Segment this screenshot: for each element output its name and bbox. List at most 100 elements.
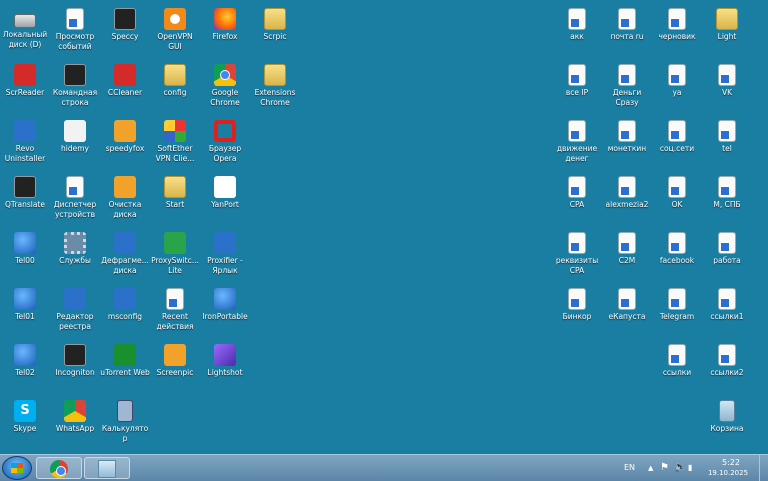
desktop-icon[interactable]: Screenpic: [150, 340, 200, 378]
taskbar-chrome-button[interactable]: [36, 457, 82, 479]
taskbar-explorer-button[interactable]: [84, 457, 130, 479]
desktop-icon[interactable]: Light: [702, 4, 752, 42]
desktop-icon[interactable]: Дефрагме... диска: [100, 228, 150, 276]
desktop-icon[interactable]: Бинкор: [552, 284, 602, 322]
desktop-icon[interactable]: config: [150, 60, 200, 98]
desktop-icon[interactable]: работа: [702, 228, 752, 266]
desktop-icon-label: OK: [671, 200, 683, 209]
desktop-icon-label: Tel01: [15, 312, 35, 321]
desktop-icon[interactable]: Proxifier - Ярлык: [200, 228, 250, 276]
desktop-icon[interactable]: Калькулятор: [100, 396, 150, 444]
desktop-icon[interactable]: Очистка диска: [100, 172, 150, 220]
start-button[interactable]: [2, 456, 32, 480]
language-indicator[interactable]: EN: [624, 463, 635, 472]
desktop-icon-label: Recent действия: [156, 312, 194, 331]
folder-icon: [264, 64, 286, 86]
desktop-icon[interactable]: Командная строка: [50, 60, 100, 108]
desktop-icon[interactable]: uTorrent Web: [100, 340, 150, 378]
desktop-icon[interactable]: Просмотр событий: [50, 4, 100, 52]
desktop-icon[interactable]: SoftEther VPN Clie...: [150, 116, 200, 164]
shortcut-file-icon: [668, 176, 686, 198]
desktop-icon[interactable]: Incogniton: [50, 340, 100, 378]
desktop-icon[interactable]: QTranslate: [0, 172, 50, 210]
desktop-icon-label: монеткин: [607, 144, 647, 153]
action-center-flag-icon[interactable]: ⚑: [660, 462, 669, 474]
desktop-icon[interactable]: Tel02: [0, 340, 50, 378]
desktop-icon[interactable]: Редактор реестра: [50, 284, 100, 332]
clock-time[interactable]: 5:22: [706, 458, 756, 467]
desktop-icon[interactable]: Диспетчер устройств: [50, 172, 100, 220]
desktop-icon[interactable]: ProxySwitc... Lite: [150, 228, 200, 276]
desktop-icon-label: Очистка диска: [108, 200, 142, 219]
desktop-icon-label: Командная строка: [52, 88, 98, 107]
desktop-icon[interactable]: facebook: [652, 228, 702, 266]
desktop-icon[interactable]: Деньги Сразу: [602, 60, 652, 108]
msconfig-icon: [114, 288, 136, 310]
desktop-icon[interactable]: почта ru: [602, 4, 652, 42]
desktop-icon[interactable]: C2M: [602, 228, 652, 266]
desktop-icon[interactable]: ссылки2: [702, 340, 752, 378]
clock-date[interactable]: 19.10.2025: [698, 469, 758, 477]
desktop-icon-label: Start: [165, 200, 185, 209]
telegram-icon: [14, 288, 36, 310]
desktop-icon[interactable]: tel: [702, 116, 752, 154]
desktop-icon-label: OpenVPN GUI: [157, 32, 193, 51]
desktop-icon[interactable]: Google Chrome: [200, 60, 250, 108]
desktop-icon[interactable]: S Skype: [0, 396, 50, 434]
desktop-icon[interactable]: еКапуста: [602, 284, 652, 322]
desktop-icon[interactable]: все IP: [552, 60, 602, 98]
show-desktop-button[interactable]: [759, 455, 768, 481]
desktop-icon-label: hidemy: [61, 144, 89, 153]
desktop-icon[interactable]: Tel01: [0, 284, 50, 322]
desktop-icon[interactable]: ScrReader: [0, 60, 50, 98]
desktop-icon[interactable]: Speccy: [100, 4, 150, 42]
desktop-icon[interactable]: акк: [552, 4, 602, 42]
desktop-icon[interactable]: Recent действия: [150, 284, 200, 332]
desktop-icon[interactable]: Корзина: [702, 396, 752, 434]
desktop-icon[interactable]: hidemy: [50, 116, 100, 154]
desktop-icon[interactable]: Firefox: [200, 4, 250, 42]
desktop-icon[interactable]: OpenVPN GUI: [150, 4, 200, 52]
yandex-icon: [214, 176, 236, 198]
desktop-icon[interactable]: Tel00: [0, 228, 50, 266]
desktop-icon[interactable]: Службы: [50, 228, 100, 266]
desktop-icon[interactable]: ссылки: [652, 340, 702, 378]
desktop-icon[interactable]: соц.сети: [652, 116, 702, 154]
desktop-icon[interactable]: Локальный диск (D): [0, 4, 50, 50]
desktop-icon[interactable]: CCleaner: [100, 60, 150, 98]
desktop-icon[interactable]: M, СПБ: [702, 172, 752, 210]
desktop-icon[interactable]: ya: [652, 60, 702, 98]
desktop-icon[interactable]: Extensions Chrome: [250, 60, 300, 108]
desktop-icon[interactable]: ссылки1: [702, 284, 752, 322]
desktop-icon[interactable]: Scrpic: [250, 4, 300, 42]
show-hidden-icons-icon[interactable]: ▲: [648, 464, 653, 472]
calculator-icon: [117, 400, 133, 422]
hidemy-icon: [64, 120, 86, 142]
desktop-icon-label: Skype: [13, 424, 37, 433]
desktop-icon[interactable]: черновик: [652, 4, 702, 42]
desktop-icon[interactable]: реквизиты CPA: [552, 228, 602, 276]
desktop-icon[interactable]: монеткин: [602, 116, 652, 154]
desktop-icon[interactable]: CPA: [552, 172, 602, 210]
desktop-icon[interactable]: Браузер Opera: [200, 116, 250, 164]
desktop-icon[interactable]: IronPortable: [200, 284, 250, 322]
desktop-icon[interactable]: Revo Uninstaller: [0, 116, 50, 164]
shortcut-file-icon: [668, 120, 686, 142]
desktop-icon[interactable]: speedyfox: [100, 116, 150, 154]
shortcut-file-icon: [568, 232, 586, 254]
desktop-icon[interactable]: msconfig: [100, 284, 150, 322]
desktop-icon[interactable]: alexmezia2: [602, 172, 652, 210]
desktop-icon-label: ProxySwitc... Lite: [151, 256, 199, 275]
desktop-icon[interactable]: OK: [652, 172, 702, 210]
desktop-icon[interactable]: WhatsApp: [50, 396, 100, 434]
network-icon[interactable]: ▮: [688, 462, 692, 474]
proxifier-icon: [214, 232, 236, 254]
desktop-icon[interactable]: Telegram: [652, 284, 702, 322]
volume-icon[interactable]: 🔈: [674, 462, 686, 474]
desktop-icon-label: Proxifier - Ярлык: [207, 256, 243, 275]
desktop-icon[interactable]: YanPort: [200, 172, 250, 210]
desktop-icon[interactable]: движение денег: [552, 116, 602, 164]
desktop-icon[interactable]: Lightshot: [200, 340, 250, 378]
desktop-icon[interactable]: VK: [702, 60, 752, 98]
desktop-icon[interactable]: Start: [150, 172, 200, 210]
